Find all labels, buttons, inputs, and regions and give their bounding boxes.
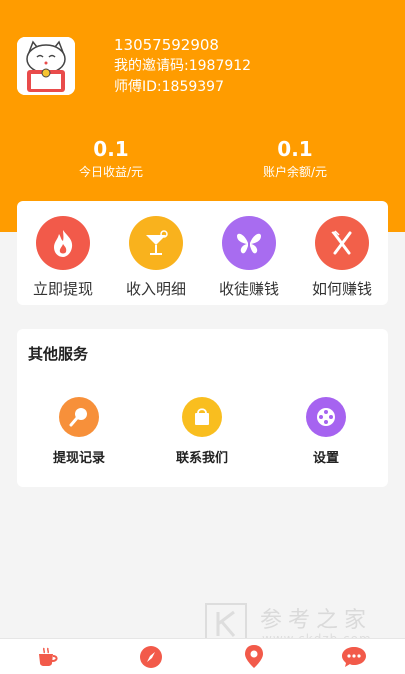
today-earnings-label: 今日收益/元: [78, 165, 144, 179]
shopping-bag-icon: [182, 397, 222, 437]
income-details-button[interactable]: 收入明细: [110, 216, 202, 299]
recruit-apprentice-label: 收徒赚钱: [218, 280, 279, 298]
user-info: 13057592908 我的邀请码:1987912 师傅ID:1859397: [114, 35, 251, 98]
withdraw-history-label: 提现记录: [52, 451, 105, 466]
master-id-label: 师傅ID:: [114, 79, 162, 95]
invite-code-row: 我的邀请码:1987912: [114, 56, 251, 77]
how-to-earn-label: 如何赚钱: [311, 280, 372, 298]
chat-bubble-icon: [342, 647, 366, 667]
butterfly-icon: [222, 216, 276, 270]
avatar[interactable]: [17, 37, 75, 95]
withdraw-button[interactable]: 立即提现: [17, 216, 109, 299]
profile-header: 13057592908 我的邀请码:1987912 师傅ID:1859397 0…: [0, 0, 405, 232]
coffee-cup-icon: [39, 647, 58, 666]
compass-icon: [140, 646, 162, 668]
master-id-value: 1859397: [161, 79, 224, 95]
invite-code-label: 我的邀请码:: [114, 58, 189, 74]
microphone-icon: [59, 397, 99, 437]
bottom-tab-bar: [0, 638, 405, 674]
master-id-row: 师傅ID:1859397: [114, 77, 251, 98]
location-pin-icon: [245, 645, 263, 668]
account-balance[interactable]: 0.1 账户余额/元: [215, 137, 375, 180]
contact-us-button[interactable]: 联系我们: [152, 397, 252, 466]
tab-discover[interactable]: [137, 643, 165, 671]
recruit-apprentice-button[interactable]: 收徒赚钱: [203, 216, 295, 299]
how-to-earn-button[interactable]: 如何赚钱: [296, 216, 388, 299]
today-earnings-value: 0.1: [93, 137, 129, 161]
settings-button[interactable]: 设置: [276, 397, 376, 466]
film-reel-icon: [306, 397, 346, 437]
watermark-text: 参考之家: [260, 608, 373, 633]
phone-number: 13057592908: [114, 36, 219, 54]
today-earnings[interactable]: 0.1 今日收益/元: [31, 137, 191, 180]
tab-home[interactable]: [34, 643, 62, 671]
settings-label: 设置: [312, 451, 339, 466]
income-details-label: 收入明细: [125, 280, 186, 298]
lucky-cat-icon: [17, 37, 75, 95]
contact-us-label: 联系我们: [175, 451, 228, 466]
account-balance-label: 账户余额/元: [262, 165, 328, 179]
withdraw-history-button[interactable]: 提现记录: [29, 397, 129, 466]
flame-icon: [36, 216, 90, 270]
account-balance-value: 0.1: [277, 137, 313, 161]
cocktail-icon: [129, 216, 183, 270]
invite-code-value: 1987912: [188, 58, 252, 74]
quick-actions-card: 立即提现 收入明细 收徒赚钱 如何赚钱: [17, 201, 388, 305]
withdraw-label: 立即提现: [32, 280, 93, 298]
other-services-card: 其他服务 提现记录 联系我们 设置: [17, 329, 388, 487]
tab-messages[interactable]: [340, 643, 368, 671]
other-services-title: 其他服务: [28, 345, 89, 363]
tab-location[interactable]: [240, 643, 268, 671]
fork-knife-icon: [315, 216, 369, 270]
